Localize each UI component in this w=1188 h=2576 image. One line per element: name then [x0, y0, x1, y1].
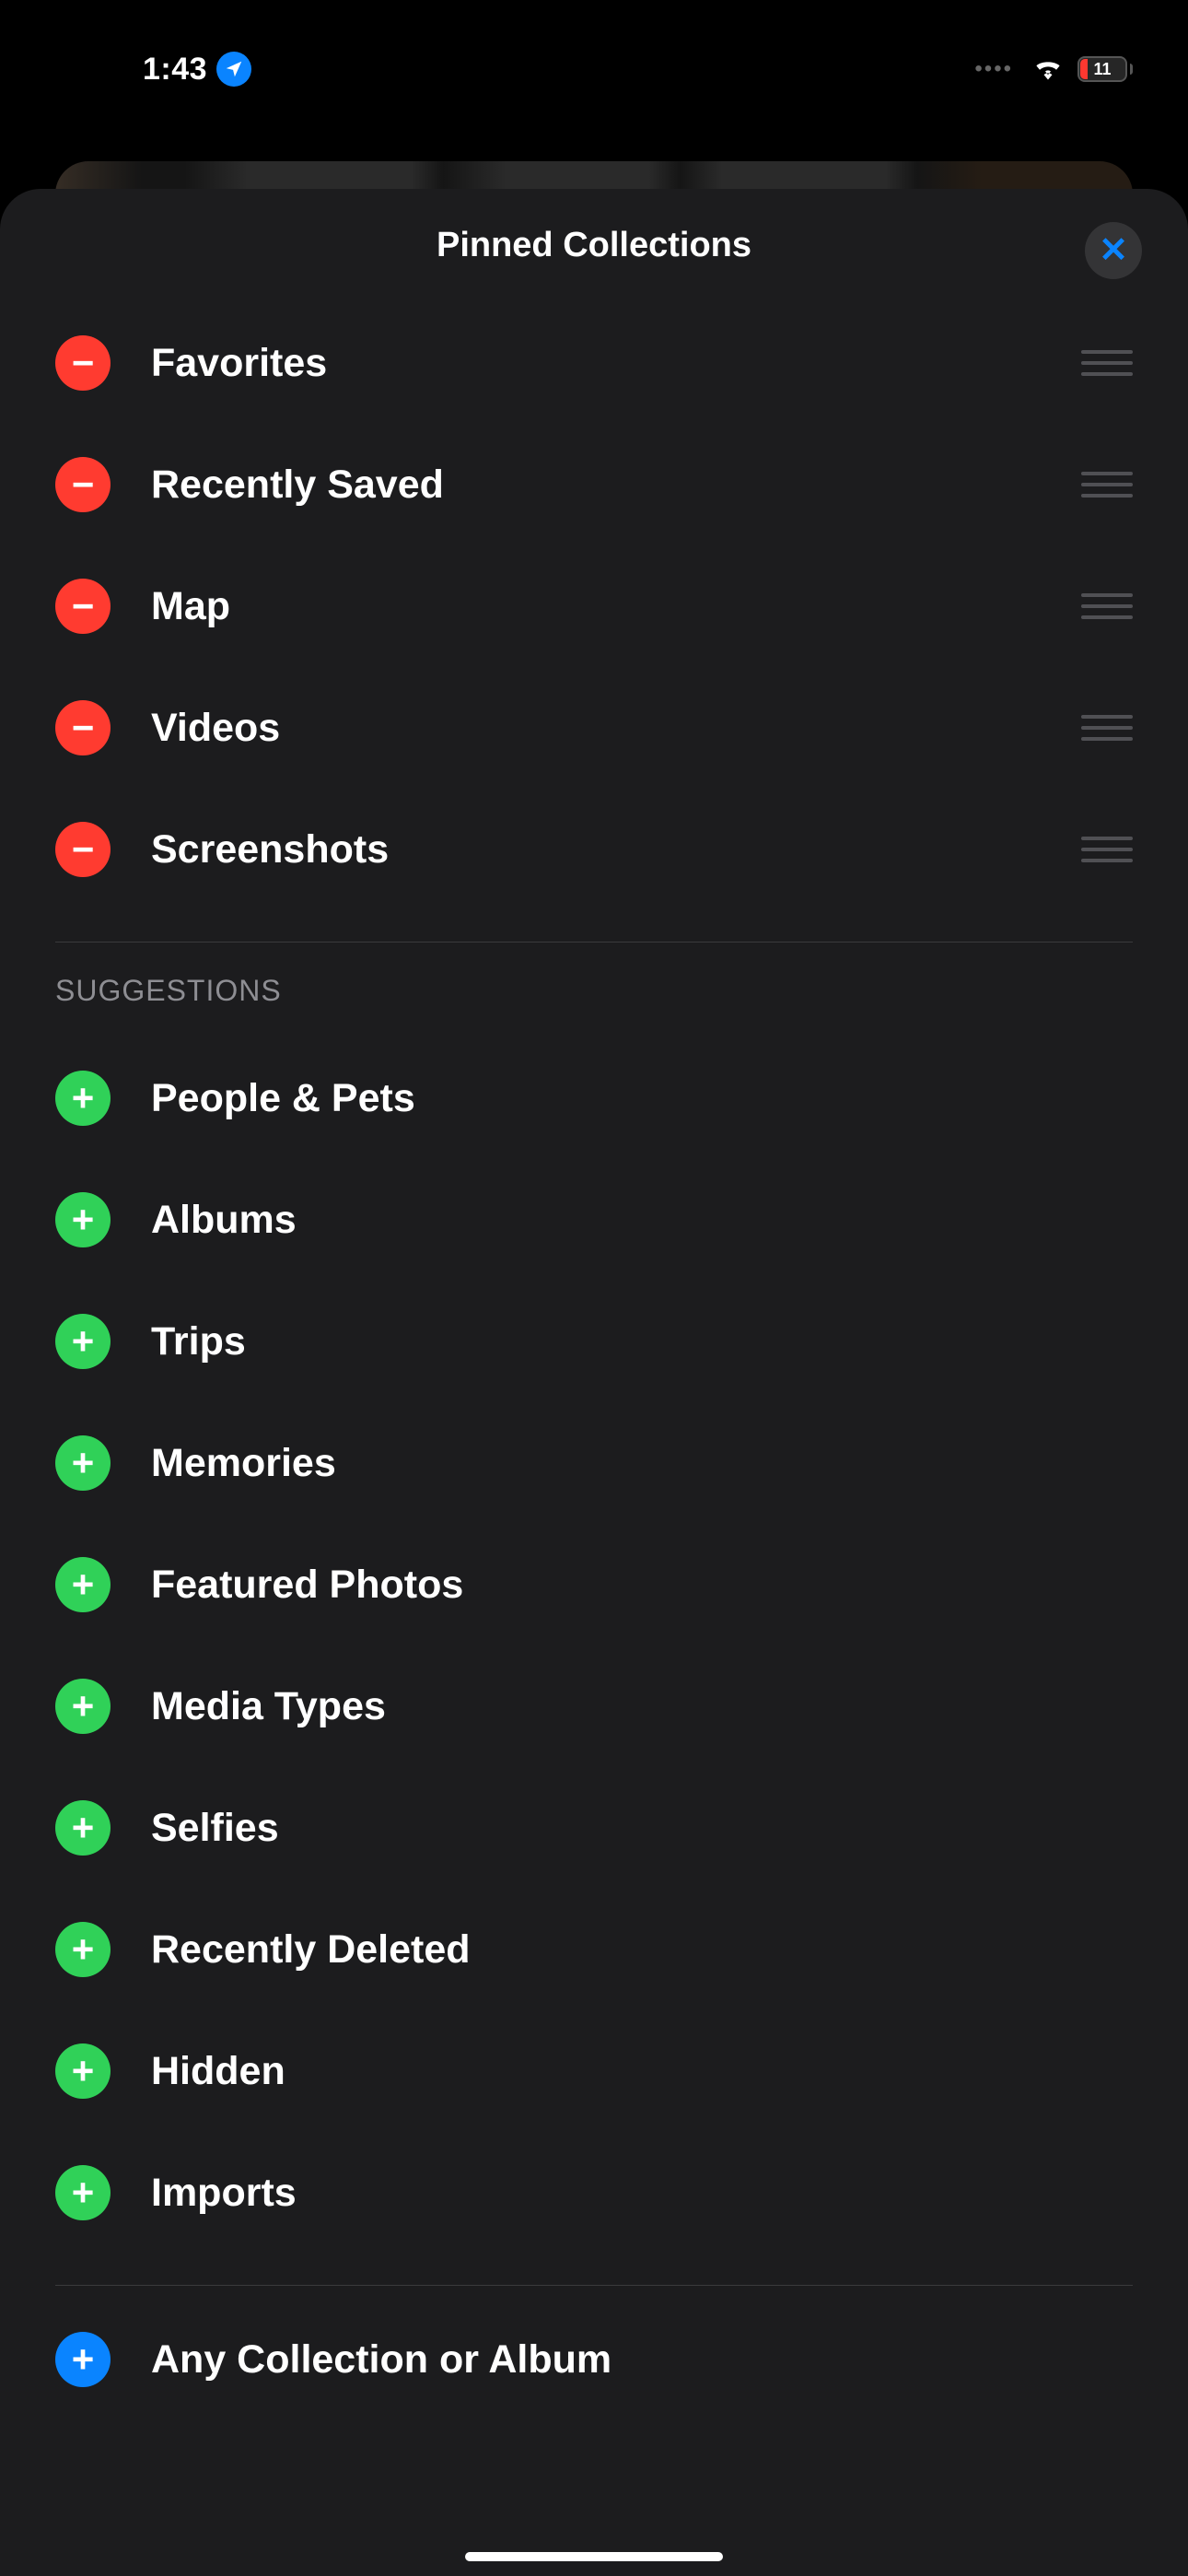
row-label: Map — [151, 584, 1041, 629]
plus-icon: + — [72, 1930, 95, 1969]
row-label: Recently Saved — [151, 463, 1041, 508]
row-label: Any Collection or Album — [151, 2337, 1133, 2383]
plus-icon: + — [72, 1565, 95, 1604]
sheet-title: Pinned Collections — [55, 226, 1133, 265]
pinned-row-map[interactable]: − Map — [0, 545, 1188, 667]
pinned-row-recently-saved[interactable]: − Recently Saved — [0, 424, 1188, 545]
remove-button[interactable]: − — [55, 335, 111, 391]
location-services-icon — [216, 52, 251, 87]
add-button[interactable]: + — [55, 1557, 111, 1612]
plus-icon: + — [72, 1809, 95, 1847]
status-time: 1:43 — [143, 52, 207, 88]
plus-icon: + — [72, 1687, 95, 1726]
suggestion-row-featured-photos[interactable]: + Featured Photos — [0, 1524, 1188, 1645]
add-any-button[interactable]: + — [55, 2332, 111, 2387]
drag-handle-icon[interactable] — [1081, 715, 1133, 741]
add-button[interactable]: + — [55, 1192, 111, 1247]
plus-icon: + — [72, 2340, 95, 2379]
minus-icon: − — [72, 708, 95, 747]
any-collection-row[interactable]: + Any Collection or Album — [0, 2299, 1188, 2420]
suggestions-header: SUGGESTIONS — [0, 974, 1188, 1037]
plus-icon: + — [72, 1444, 95, 1482]
remove-button[interactable]: − — [55, 700, 111, 755]
remove-button[interactable]: − — [55, 579, 111, 634]
suggestion-row-hidden[interactable]: + Hidden — [0, 2010, 1188, 2132]
drag-handle-icon[interactable] — [1081, 593, 1133, 619]
remove-button[interactable]: − — [55, 457, 111, 512]
drag-handle-icon[interactable] — [1081, 472, 1133, 498]
suggestion-row-memories[interactable]: + Memories — [0, 1402, 1188, 1524]
suggestion-row-albums[interactable]: + Albums — [0, 1159, 1188, 1281]
minus-icon: − — [72, 830, 95, 869]
minus-icon: − — [72, 465, 95, 504]
add-button[interactable]: + — [55, 1922, 111, 1977]
pinned-collections-sheet: Pinned Collections ✕ − Favorites − Recen… — [0, 189, 1188, 2576]
sheet-header: Pinned Collections ✕ — [0, 226, 1188, 302]
wifi-icon — [1031, 54, 1065, 85]
plus-icon: + — [72, 1200, 95, 1239]
row-label: People & Pets — [151, 1076, 1133, 1121]
pinned-list: − Favorites − Recently Saved − Map − Vid… — [0, 302, 1188, 910]
row-label: Screenshots — [151, 827, 1041, 872]
plus-icon: + — [72, 2173, 95, 2212]
status-bar: 1:43 •••• 11 — [0, 0, 1188, 111]
add-button[interactable]: + — [55, 2043, 111, 2099]
row-label: Featured Photos — [151, 1563, 1133, 1608]
divider — [55, 942, 1133, 943]
row-label: Hidden — [151, 2049, 1133, 2094]
suggestion-row-imports[interactable]: + Imports — [0, 2132, 1188, 2254]
suggestions-list: + People & Pets + Albums + Trips + Memor… — [0, 1037, 1188, 2254]
add-button[interactable]: + — [55, 2165, 111, 2220]
add-button[interactable]: + — [55, 1800, 111, 1856]
suggestion-row-people-pets[interactable]: + People & Pets — [0, 1037, 1188, 1159]
minus-icon: − — [72, 587, 95, 626]
drag-handle-icon[interactable] — [1081, 350, 1133, 376]
remove-button[interactable]: − — [55, 822, 111, 877]
pinned-row-screenshots[interactable]: − Screenshots — [0, 789, 1188, 910]
add-button[interactable]: + — [55, 1314, 111, 1369]
battery-indicator: 11 — [1077, 56, 1133, 82]
row-label: Selfies — [151, 1806, 1133, 1851]
divider — [55, 2285, 1133, 2286]
suggestion-row-recently-deleted[interactable]: + Recently Deleted — [0, 1889, 1188, 2010]
pinned-row-favorites[interactable]: − Favorites — [0, 302, 1188, 424]
row-label: Media Types — [151, 1684, 1133, 1729]
row-label: Recently Deleted — [151, 1927, 1133, 1973]
row-label: Memories — [151, 1441, 1133, 1486]
minus-icon: − — [72, 344, 95, 382]
recording-indicator-icon: •••• — [974, 56, 1019, 82]
close-button[interactable]: ✕ — [1085, 222, 1142, 279]
home-indicator[interactable] — [465, 2552, 723, 2561]
status-right: •••• 11 — [974, 54, 1133, 85]
drag-handle-icon[interactable] — [1081, 837, 1133, 862]
status-left: 1:43 — [55, 52, 251, 88]
add-button[interactable]: + — [55, 1071, 111, 1126]
add-button[interactable]: + — [55, 1435, 111, 1491]
row-label: Videos — [151, 706, 1041, 751]
add-button[interactable]: + — [55, 1679, 111, 1734]
plus-icon: + — [72, 1079, 95, 1118]
suggestion-row-selfies[interactable]: + Selfies — [0, 1767, 1188, 1889]
suggestion-row-media-types[interactable]: + Media Types — [0, 1645, 1188, 1767]
row-label: Trips — [151, 1319, 1133, 1364]
row-label: Albums — [151, 1198, 1133, 1243]
row-label: Imports — [151, 2171, 1133, 2216]
pinned-row-videos[interactable]: − Videos — [0, 667, 1188, 789]
row-label: Favorites — [151, 341, 1041, 386]
suggestion-row-trips[interactable]: + Trips — [0, 1281, 1188, 1402]
battery-percent: 11 — [1079, 58, 1125, 80]
close-icon: ✕ — [1099, 233, 1128, 268]
plus-icon: + — [72, 2052, 95, 2090]
plus-icon: + — [72, 1322, 95, 1361]
